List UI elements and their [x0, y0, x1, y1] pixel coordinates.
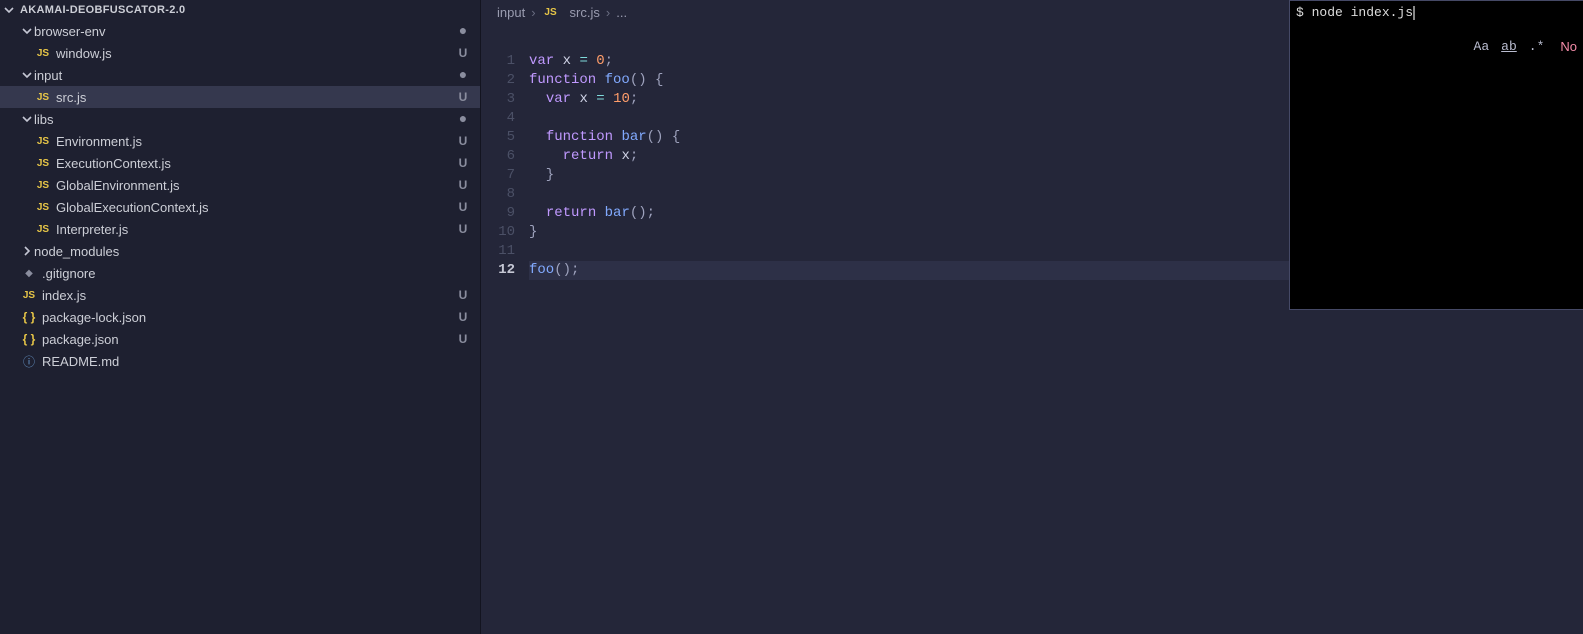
file-item[interactable]: JS window.jsU	[0, 42, 480, 64]
file-item[interactable]: { } package.jsonU	[0, 328, 480, 350]
js-icon: JS	[542, 7, 560, 18]
line-number: 6	[481, 147, 515, 166]
chevron-down-icon	[20, 68, 34, 82]
line-number: 4	[481, 109, 515, 128]
folder-item[interactable]: browser-env●	[0, 20, 480, 42]
item-label: libs	[34, 112, 456, 127]
git-status: U	[456, 332, 470, 346]
explorer-root-label: AKAMAI-DEOBFUSCATOR-2.0	[20, 4, 185, 16]
breadcrumb-folder[interactable]: input	[497, 5, 525, 20]
file-item[interactable]: JS src.jsU	[0, 86, 480, 108]
line-number: 9	[481, 204, 515, 223]
item-label: browser-env	[34, 24, 456, 39]
git-status: ●	[456, 68, 470, 82]
git-status: ●	[456, 24, 470, 38]
item-label: README.md	[42, 354, 456, 369]
file-explorer: AKAMAI-DEOBFUSCATOR-2.0 browser-env●JSwi…	[0, 0, 481, 634]
file-tree: browser-env●JSwindow.jsUinput●JSsrc.jsUl…	[0, 20, 480, 372]
regex-toggle[interactable]: .*	[1527, 38, 1547, 55]
terminal-cursor	[1413, 6, 1415, 20]
git-status: U	[456, 178, 470, 192]
terminal-command: node index.js	[1312, 5, 1413, 20]
line-number: 3	[481, 90, 515, 109]
chevron-down-icon	[20, 112, 34, 126]
search-options: Aa ab .* No	[1472, 38, 1577, 55]
item-label: input	[34, 68, 456, 83]
git-status: U	[456, 156, 470, 170]
js-icon: JS	[34, 136, 52, 147]
chevron-right-icon: ›	[606, 5, 610, 20]
folder-item[interactable]: libs●	[0, 108, 480, 130]
file-item[interactable]: JS GlobalEnvironment.jsU	[0, 174, 480, 196]
chevron-right-icon	[20, 244, 34, 258]
file-item[interactable]: JS ExecutionContext.jsU	[0, 152, 480, 174]
breadcrumb-file[interactable]: src.js	[570, 5, 600, 20]
item-label: window.js	[56, 46, 456, 61]
item-label: GlobalExecutionContext.js	[56, 200, 456, 215]
js-icon: JS	[34, 224, 52, 235]
item-label: ExecutionContext.js	[56, 156, 456, 171]
git-status: U	[456, 46, 470, 60]
chevron-down-icon	[20, 24, 34, 38]
chevron-right-icon: ›	[531, 5, 535, 20]
item-label: node_modules	[34, 244, 456, 259]
js-icon: JS	[34, 202, 52, 213]
file-item[interactable]: JS Environment.jsU	[0, 130, 480, 152]
file-item[interactable]: JS GlobalExecutionContext.jsU	[0, 196, 480, 218]
line-number: 5	[481, 128, 515, 147]
js-icon: JS	[20, 290, 38, 301]
git-status: U	[456, 310, 470, 324]
js-icon: JS	[34, 180, 52, 191]
explorer-root-header[interactable]: AKAMAI-DEOBFUSCATOR-2.0	[0, 0, 480, 20]
folder-item[interactable]: node_modules	[0, 240, 480, 262]
file-item[interactable]: JS index.jsU	[0, 284, 480, 306]
no-results-label: No	[1560, 39, 1577, 54]
js-icon: JS	[34, 92, 52, 103]
folder-item[interactable]: input●	[0, 64, 480, 86]
match-case-toggle[interactable]: Aa	[1472, 38, 1492, 55]
js-icon: JS	[34, 48, 52, 59]
info-icon: ⓘ	[20, 353, 38, 370]
terminal-prompt: $	[1296, 5, 1312, 20]
item-label: .gitignore	[42, 266, 456, 281]
json-icon: { }	[20, 310, 38, 324]
git-status: U	[456, 222, 470, 236]
file-item[interactable]: ◆ .gitignore	[0, 262, 480, 284]
item-label: Interpreter.js	[56, 222, 456, 237]
file-item[interactable]: JS Interpreter.jsU	[0, 218, 480, 240]
item-label: index.js	[42, 288, 456, 303]
line-number: 2	[481, 71, 515, 90]
editor-area: input › JS src.js › ... 123456789101112 …	[481, 0, 1583, 634]
file-item[interactable]: ⓘ README.md	[0, 350, 480, 372]
diamond-icon: ◆	[20, 268, 38, 279]
item-label: package.json	[42, 332, 456, 347]
item-label: GlobalEnvironment.js	[56, 178, 456, 193]
git-status: U	[456, 90, 470, 104]
item-label: src.js	[56, 90, 456, 105]
line-number: 10	[481, 223, 515, 242]
git-status: ●	[456, 112, 470, 126]
match-word-toggle[interactable]: ab	[1499, 38, 1519, 55]
item-label: Environment.js	[56, 134, 456, 149]
line-number: 7	[481, 166, 515, 185]
breadcrumb-more[interactable]: ...	[616, 5, 627, 20]
line-number: 11	[481, 242, 515, 261]
line-number: 12	[481, 261, 515, 280]
git-status: U	[456, 288, 470, 302]
git-status: U	[456, 200, 470, 214]
line-gutter: 123456789101112	[481, 52, 529, 280]
js-icon: JS	[34, 158, 52, 169]
git-status: U	[456, 134, 470, 148]
item-label: package-lock.json	[42, 310, 456, 325]
json-icon: { }	[20, 332, 38, 346]
line-number: 1	[481, 52, 515, 71]
terminal-panel: $ node index.js Aa ab .* No	[1289, 0, 1583, 310]
chevron-down-icon	[2, 3, 16, 17]
line-number: 8	[481, 185, 515, 204]
file-item[interactable]: { } package-lock.jsonU	[0, 306, 480, 328]
